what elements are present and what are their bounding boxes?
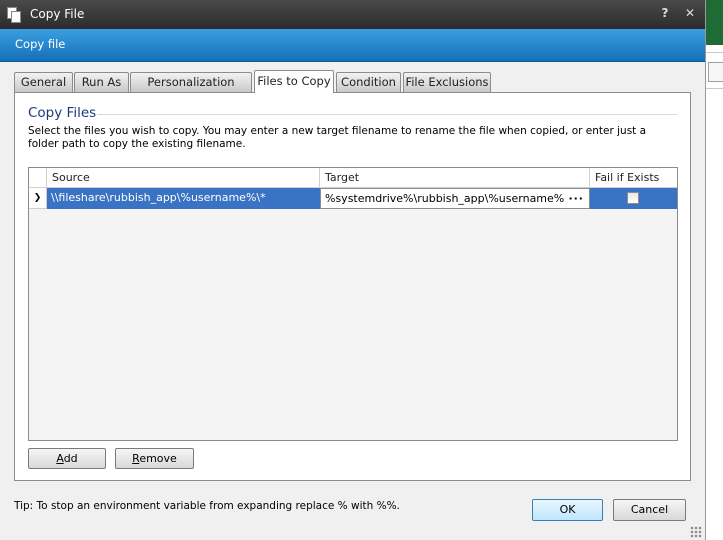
title-bar[interactable]: Copy File ? ✕ xyxy=(0,0,705,29)
help-button[interactable]: ? xyxy=(658,6,672,20)
background-window-edge xyxy=(705,0,723,540)
dialog-header: Copy file xyxy=(0,29,705,62)
group-divider xyxy=(97,114,677,115)
row-indicator-icon: ❯ xyxy=(29,188,47,209)
files-grid[interactable]: Source Target Fail if Exists ❯ \\filesha… xyxy=(28,167,678,441)
cancel-button[interactable]: Cancel xyxy=(613,499,686,521)
remove-button[interactable]: Remove xyxy=(115,448,194,469)
resize-grip-icon[interactable] xyxy=(690,526,702,538)
tab-personalization[interactable]: Personalization (UEM) xyxy=(130,72,252,107)
target-value: %systemdrive%\rubbish_app\%username% xyxy=(325,192,565,205)
fail-if-exists-cell[interactable] xyxy=(590,188,677,209)
fail-if-exists-checkbox[interactable] xyxy=(627,192,639,204)
target-cell[interactable]: %systemdrive%\rubbish_app\%username% ··· xyxy=(320,188,590,209)
browse-ellipsis-button[interactable]: ··· xyxy=(568,189,584,208)
column-header-target[interactable]: Target xyxy=(320,168,590,188)
column-header-source[interactable]: Source xyxy=(47,168,320,188)
tab-files-to-copy[interactable]: Files to Copy xyxy=(254,70,334,93)
files-to-copy-panel: Copy Files Select the files you wish to … xyxy=(14,92,691,481)
copy-file-icon xyxy=(7,7,21,23)
header-row-indicator xyxy=(29,168,47,188)
close-button[interactable]: ✕ xyxy=(683,6,697,20)
tab-general[interactable]: General xyxy=(14,72,73,92)
grid-header: Source Target Fail if Exists xyxy=(29,168,677,188)
tab-condition[interactable]: Condition xyxy=(336,72,401,92)
tab-run-as[interactable]: Run As xyxy=(74,72,129,92)
column-header-fail-if-exists[interactable]: Fail if Exists xyxy=(590,168,677,188)
window-title: Copy File xyxy=(30,7,85,21)
table-row[interactable]: ❯ \\fileshare\rubbish_app\%username%\* %… xyxy=(29,188,677,209)
ok-button[interactable]: OK xyxy=(532,499,603,521)
header-title: Copy file xyxy=(15,37,66,51)
description-text: Select the files you wish to copy. You m… xyxy=(28,125,647,150)
tab-file-exclusions[interactable]: File Exclusions xyxy=(403,72,491,92)
tip-text: Tip: To stop an environment variable fro… xyxy=(14,500,400,512)
group-title: Copy Files xyxy=(28,105,97,121)
add-button[interactable]: Add xyxy=(28,448,106,469)
source-cell[interactable]: \\fileshare\rubbish_app\%username%\* xyxy=(47,188,320,209)
